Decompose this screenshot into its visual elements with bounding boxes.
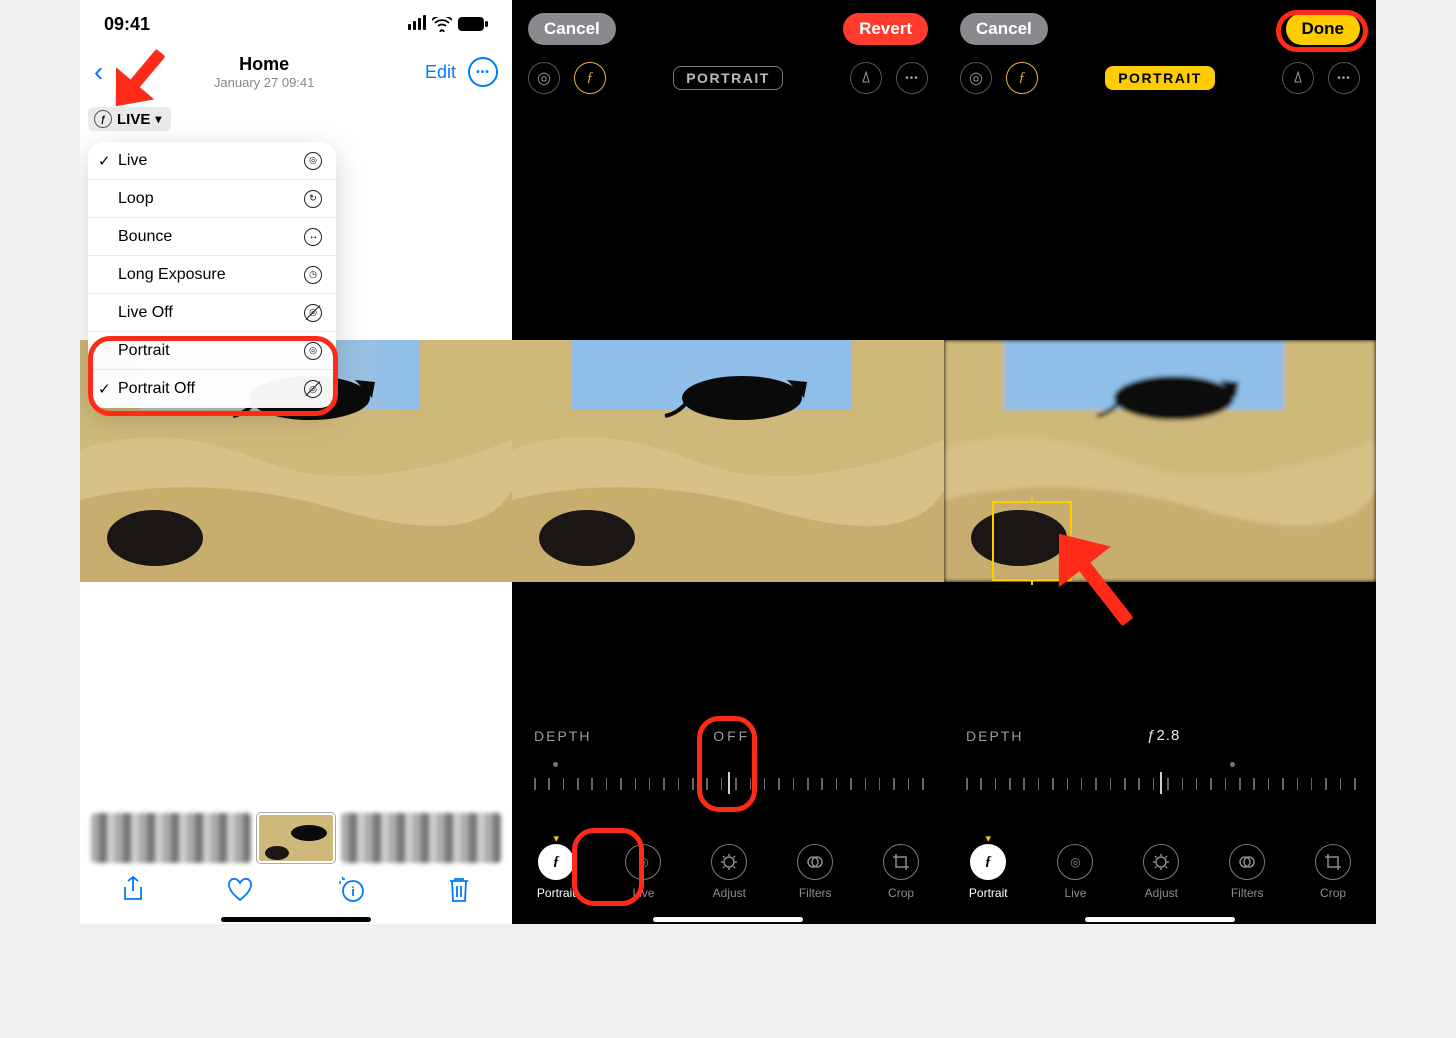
live-toggle-icon[interactable]: ◎ <box>960 62 992 94</box>
more-icon[interactable]: ••• <box>896 62 928 94</box>
bottom-toolbar: i <box>80 870 512 914</box>
depth-label: DEPTH <box>534 728 591 744</box>
nav-title: Home <box>103 54 425 75</box>
tab-filters[interactable]: Filters <box>1229 832 1265 900</box>
thumbnail-prev[interactable] <box>91 813 251 863</box>
cancel-button[interactable]: Cancel <box>528 13 616 45</box>
wifi-icon <box>432 17 452 32</box>
live-icon: ƒ <box>94 110 112 128</box>
depth-slider[interactable] <box>966 770 1354 806</box>
loop-icon: ↻ <box>304 190 322 208</box>
signal-icon <box>406 14 426 35</box>
edit-topbar: Cancel Revert <box>512 0 944 58</box>
battery-icon <box>458 17 488 31</box>
edit-tabbar: ▾ƒPortrait ◎Live Adjust Filters Crop <box>944 832 1376 900</box>
menu-item-long-exposure[interactable]: Long Exposure◷ <box>88 256 336 294</box>
depth-slider[interactable] <box>534 770 922 806</box>
depth-value: OFF <box>591 728 872 744</box>
live-badge-label: LIVE <box>117 111 150 128</box>
menu-item-live[interactable]: ✓Live◎ <box>88 142 336 180</box>
tab-filters[interactable]: Filters <box>797 832 833 900</box>
edit-tabbar: ▾ƒPortrait ◎Live Adjust Filters Crop <box>512 832 944 900</box>
portrait-icon: ◎ <box>304 342 322 360</box>
menu-item-bounce[interactable]: Bounce↔ <box>88 218 336 256</box>
tab-adjust[interactable]: Adjust <box>1143 832 1179 900</box>
home-indicator[interactable] <box>653 917 803 922</box>
live-icon: ◎ <box>304 152 322 170</box>
tab-crop[interactable]: Crop <box>1315 832 1351 900</box>
nav-bar: ‹ Home January 27 09:41 Edit ••• <box>80 48 512 96</box>
tab-live[interactable]: ◎Live <box>625 832 661 900</box>
status-indicators <box>406 14 488 35</box>
depth-value: ƒ2.8 <box>1023 727 1304 744</box>
live-off-icon: ◎ <box>304 304 322 322</box>
tab-portrait[interactable]: ▾ƒPortrait <box>537 832 576 900</box>
more-button[interactable]: ••• <box>468 57 498 87</box>
portrait-off-icon: ◎ <box>304 380 322 398</box>
tab-live[interactable]: ◎Live <box>1057 832 1093 900</box>
depth-label: DEPTH <box>966 728 1023 744</box>
tab-adjust[interactable]: Adjust <box>711 832 747 900</box>
exposure-icon: ◷ <box>304 266 322 284</box>
screen-edit-depth-off: Cancel Revert ◎ ƒ PORTRAIT ••• DE <box>512 0 944 924</box>
favorite-button[interactable] <box>226 876 254 908</box>
menu-item-portrait[interactable]: Portrait◎ <box>88 332 336 370</box>
aperture-icon[interactable]: ƒ <box>574 62 606 94</box>
screen-edit-depth-on: Cancel Done ◎ ƒ PORTRAIT ••• <box>944 0 1376 924</box>
done-button[interactable]: Done <box>1286 13 1361 45</box>
markup-icon[interactable] <box>850 62 882 94</box>
depth-readout: DEPTH OFF <box>512 728 944 744</box>
delete-button[interactable] <box>447 875 471 909</box>
screen-photo-viewer: 09:41 ‹ Home January 27 09:41 Edit ••• ƒ <box>80 0 512 924</box>
edit-button[interactable]: Edit <box>425 62 456 83</box>
aperture-icon[interactable]: ƒ <box>1006 62 1038 94</box>
home-indicator[interactable] <box>221 917 371 922</box>
tab-crop[interactable]: Crop <box>883 832 919 900</box>
thumbnail-next[interactable] <box>341 813 501 863</box>
mode-bar: ◎ ƒ PORTRAIT ••• <box>512 58 944 98</box>
more-icon[interactable]: ••• <box>1328 62 1360 94</box>
tab-portrait[interactable]: ▾ƒPortrait <box>969 832 1008 900</box>
live-mode-menu: ✓Live◎ Loop↻ Bounce↔ Long Exposure◷ Live… <box>88 142 336 408</box>
menu-item-loop[interactable]: Loop↻ <box>88 180 336 218</box>
info-button[interactable]: i <box>336 875 366 909</box>
menu-item-live-off[interactable]: Live Off◎ <box>88 294 336 332</box>
mode-tag: PORTRAIT <box>673 66 783 90</box>
back-button[interactable]: ‹ <box>94 56 103 88</box>
cancel-button[interactable]: Cancel <box>960 13 1048 45</box>
mode-tag: PORTRAIT <box>1105 66 1215 90</box>
live-toggle-icon[interactable]: ◎ <box>528 62 560 94</box>
thumbnail-selected[interactable] <box>257 813 335 863</box>
svg-text:i: i <box>351 884 355 899</box>
menu-item-portrait-off[interactable]: ✓Portrait Off◎ <box>88 370 336 408</box>
status-time: 09:41 <box>104 14 150 35</box>
markup-icon[interactable] <box>1282 62 1314 94</box>
bounce-icon: ↔ <box>304 228 322 246</box>
edit-topbar: Cancel Done <box>944 0 1376 58</box>
share-button[interactable] <box>121 875 145 909</box>
mode-bar: ◎ ƒ PORTRAIT ••• <box>944 58 1376 98</box>
live-photo-badge[interactable]: ƒ LIVE ▾ <box>88 107 171 131</box>
chevron-down-icon: ▾ <box>155 112 161 126</box>
nav-subtitle: January 27 09:41 <box>103 75 425 90</box>
nav-title-group: Home January 27 09:41 <box>103 54 425 90</box>
photo-preview[interactable] <box>512 340 944 582</box>
home-indicator[interactable] <box>1085 917 1235 922</box>
status-bar: 09:41 <box>80 0 512 48</box>
thumbnail-strip[interactable] <box>80 812 512 864</box>
revert-button[interactable]: Revert <box>843 13 928 45</box>
depth-readout: DEPTH ƒ2.8 <box>944 727 1376 744</box>
focus-indicator[interactable] <box>992 501 1072 581</box>
